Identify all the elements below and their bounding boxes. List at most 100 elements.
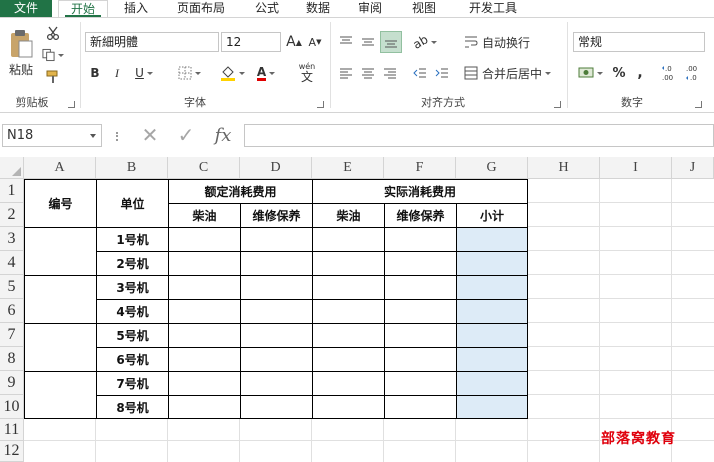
data-cell[interactable] (384, 299, 457, 324)
data-cell[interactable] (168, 299, 241, 324)
merge-center-button[interactable]: 合并后居中 (464, 63, 564, 83)
percent-button[interactable]: % (610, 63, 628, 83)
unit-cell[interactable]: 4号机 (96, 299, 169, 324)
increase-indent-button[interactable] (432, 63, 452, 83)
data-cell[interactable] (384, 275, 457, 300)
data-cell[interactable] (240, 275, 313, 300)
alignment-launcher[interactable] (554, 101, 561, 108)
data-cell[interactable] (456, 371, 528, 396)
col-header-b[interactable]: B (96, 157, 168, 179)
data-cell[interactable] (240, 395, 313, 419)
sub-maint-2-cell[interactable]: 维修保养 (384, 203, 457, 228)
col-header-h[interactable]: H (528, 157, 600, 179)
cancel-icon[interactable]: ✕ (138, 124, 162, 147)
id-cell-a9[interactable] (24, 371, 97, 419)
id-cell-a7[interactable] (24, 323, 97, 372)
copy-button[interactable] (42, 46, 64, 64)
col-header-d[interactable]: D (240, 157, 312, 179)
borders-button[interactable] (172, 63, 206, 83)
unit-cell[interactable]: 2号机 (96, 251, 169, 276)
tab-home[interactable]: 开始 (58, 0, 108, 18)
row-header-12[interactable]: 12 (0, 441, 24, 462)
data-cell[interactable] (312, 395, 385, 419)
select-all-corner[interactable] (0, 157, 24, 179)
data-cell[interactable] (240, 347, 313, 372)
grow-font-button[interactable]: A ▲ (285, 32, 303, 52)
data-cell[interactable] (240, 227, 313, 252)
sub-total-cell[interactable]: 小计 (456, 203, 528, 228)
format-painter-button[interactable] (42, 68, 64, 86)
unit-cell[interactable]: 1号机 (96, 227, 169, 252)
data-cell[interactable] (312, 323, 385, 348)
col-header-e[interactable]: E (312, 157, 384, 179)
col-header-a[interactable]: A (24, 157, 96, 179)
insert-function-icon[interactable]: fx (210, 124, 236, 147)
header-actual-cell[interactable]: 实际消耗费用 (312, 179, 528, 204)
tab-data[interactable]: 数据 (298, 0, 338, 17)
row-header-5[interactable]: 5 (0, 275, 24, 299)
unit-cell[interactable]: 3号机 (96, 275, 169, 300)
align-right-button[interactable] (380, 63, 400, 83)
data-cell[interactable] (384, 395, 457, 419)
data-cell[interactable] (456, 299, 528, 324)
data-cell[interactable] (312, 371, 385, 396)
font-name-select[interactable]: 新細明體 (85, 32, 219, 52)
row-header-4[interactable]: 4 (0, 251, 24, 275)
data-cell[interactable] (168, 275, 241, 300)
font-launcher[interactable] (317, 101, 324, 108)
align-bottom-button[interactable] (380, 31, 402, 53)
row-header-10[interactable]: 10 (0, 395, 24, 419)
align-middle-button[interactable] (358, 32, 378, 52)
data-cell[interactable] (312, 299, 385, 324)
align-center-button[interactable] (358, 63, 378, 83)
data-cell[interactable] (168, 347, 241, 372)
tab-page-layout[interactable]: 页面布局 (168, 0, 234, 17)
comma-button[interactable]: , (632, 63, 648, 83)
unit-cell[interactable]: 8号机 (96, 395, 169, 419)
row-header-8[interactable]: 8 (0, 347, 24, 371)
wrap-text-button[interactable]: 自动换行 (464, 32, 540, 52)
fill-color-button[interactable] (216, 63, 248, 83)
number-launcher[interactable] (695, 101, 702, 108)
clipboard-launcher[interactable] (68, 101, 75, 108)
data-cell[interactable] (456, 347, 528, 372)
phonetic-button[interactable]: wén 文 (293, 58, 321, 86)
bold-button[interactable]: B (86, 63, 104, 83)
data-cell[interactable] (384, 323, 457, 348)
cut-button[interactable] (42, 24, 64, 42)
row-header-2[interactable]: 2 (0, 203, 24, 227)
italic-button[interactable]: I (108, 63, 126, 83)
sub-diesel-1-cell[interactable]: 柴油 (168, 203, 241, 228)
tab-review[interactable]: 审阅 (350, 0, 390, 17)
data-cell[interactable] (312, 227, 385, 252)
row-header-6[interactable]: 6 (0, 299, 24, 323)
col-header-f[interactable]: F (384, 157, 456, 179)
increase-decimal-button[interactable]: .0.00 (660, 60, 682, 86)
decrease-indent-button[interactable] (410, 63, 430, 83)
data-cell[interactable] (240, 299, 313, 324)
header-unit-cell[interactable]: 单位 (96, 179, 169, 228)
data-cell[interactable] (384, 251, 457, 276)
data-cell[interactable] (384, 347, 457, 372)
unit-cell[interactable]: 6号机 (96, 347, 169, 372)
tab-file[interactable]: 文件 (0, 0, 52, 17)
data-cell[interactable] (168, 251, 241, 276)
data-cell[interactable] (312, 275, 385, 300)
formula-input[interactable] (244, 124, 714, 147)
tab-formulas[interactable]: 公式 (247, 0, 287, 17)
name-box[interactable]: N18 (2, 124, 102, 147)
header-id-cell[interactable]: 编号 (24, 179, 97, 228)
number-format-select[interactable]: 常规 (573, 32, 705, 52)
font-size-select[interactable]: 12 (221, 32, 281, 52)
col-header-c[interactable]: C (168, 157, 240, 179)
sub-diesel-2-cell[interactable]: 柴油 (312, 203, 385, 228)
col-header-i[interactable]: I (600, 157, 672, 179)
row-header-7[interactable]: 7 (0, 323, 24, 347)
sub-maint-1-cell[interactable]: 维修保养 (240, 203, 313, 228)
unit-cell[interactable]: 5号机 (96, 323, 169, 348)
align-left-button[interactable] (336, 63, 356, 83)
header-quota-cell[interactable]: 额定消耗费用 (168, 179, 313, 204)
accounting-format-button[interactable] (574, 63, 606, 83)
id-cell-a3[interactable] (24, 227, 97, 276)
data-cell[interactable] (456, 395, 528, 419)
